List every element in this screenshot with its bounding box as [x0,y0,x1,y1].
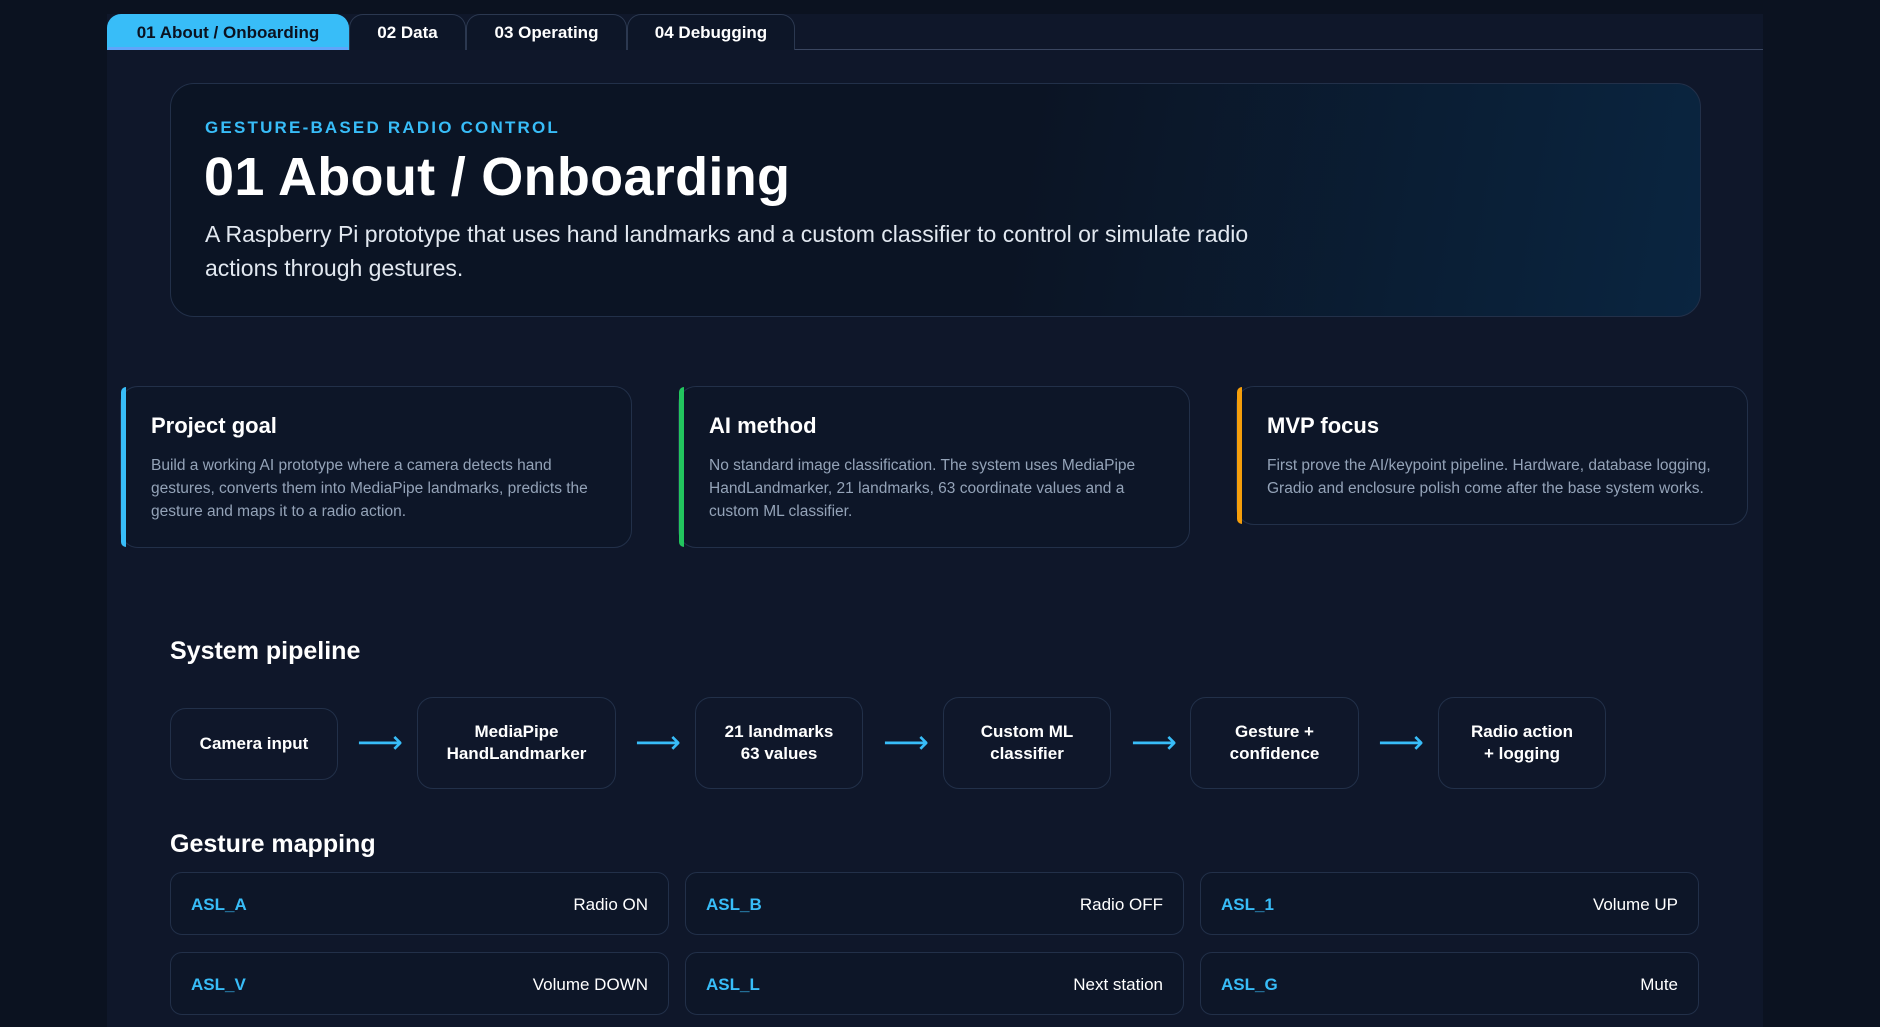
section-title-gesture-mapping: Gesture mapping [170,830,376,858]
gesture-action: Next station [1073,975,1163,994]
pipeline-step-mediapipe: MediaPipe HandLandmarker [417,697,616,789]
card-accent [1237,387,1242,524]
gesture-mapping-item: ASL_1 Volume UP [1200,872,1699,935]
arrow-right-icon: ⟶ [635,724,681,760]
arrow-right-icon: ⟶ [357,724,403,760]
tab-about-onboarding[interactable]: 01 About / Onboarding [107,14,349,50]
card-body: No standard image classification. The sy… [709,457,1136,520]
tab-bar: 01 About / Onboarding 02 Data 03 Operati… [107,14,1763,50]
card-project-goal: Project goal Build a working AI prototyp… [120,386,632,548]
gesture-mapping-item: ASL_L Next station [685,952,1184,1015]
gesture-action: Radio OFF [1079,895,1163,914]
gesture-mapping-item: ASL_B Radio OFF [685,872,1184,935]
pipeline-step-sublabel: HandLandmarker [446,744,587,763]
hero-description: A Raspberry Pi prototype that uses hand … [205,221,1249,281]
card-title: AI method [709,413,817,438]
card-body: Build a working AI prototype where a cam… [151,457,588,520]
pipeline-step-label: Camera input [199,734,309,753]
pipeline-step-classifier: Custom ML classifier [943,697,1111,789]
card-body: First prove the AI/keypoint pipeline. Ha… [1267,457,1711,497]
tab-data[interactable]: 02 Data [349,14,466,50]
gesture-action: Volume DOWN [532,975,648,994]
gesture-mapping-item: ASL_A Radio ON [170,872,669,935]
gesture-mapping-item: ASL_V Volume DOWN [170,952,669,1015]
arrow-right-icon: ⟶ [1131,724,1177,760]
card-ai-method: AI method No standard image classificati… [678,386,1190,548]
gesture-mapping-item: ASL_G Mute [1200,952,1699,1015]
pipeline-step-label: Custom ML [980,722,1074,741]
gesture-code: ASL_B [706,895,762,914]
card-accent [121,387,126,547]
gesture-action: Mute [1640,975,1678,994]
section-title-pipeline: System pipeline [170,637,361,665]
pipeline-step-radio-action: Radio action + logging [1438,697,1606,789]
arrow-right-icon: ⟶ [883,724,929,760]
gesture-code: ASL_1 [1221,895,1274,914]
pipeline-step-label: MediaPipe [474,722,559,741]
app-panel: 01 About / Onboarding 02 Data 03 Operati… [107,14,1763,1027]
pipeline-step-landmarks: 21 landmarks 63 values [695,697,863,789]
pipeline-step-gesture-confidence: Gesture + confidence [1190,697,1359,789]
card-accent [679,387,684,547]
pipeline-step-label: Gesture + [1235,722,1314,741]
gesture-code: ASL_A [191,895,247,914]
gesture-action: Volume UP [1592,895,1678,914]
gesture-code: ASL_L [706,975,760,994]
tab-operating[interactable]: 03 Operating [466,14,627,50]
pipeline-step-sublabel: 63 values [740,744,818,763]
pipeline-step-sublabel: + logging [1483,744,1560,763]
pipeline-step-sublabel: classifier [990,744,1064,763]
hero-eyebrow: GESTURE-BASED RADIO CONTROL [205,118,561,137]
gesture-action: Radio ON [573,895,648,914]
tab-debugging[interactable]: 04 Debugging [627,14,795,50]
page-title: 01 About / Onboarding [204,147,791,207]
arrow-right-icon: ⟶ [1378,724,1424,760]
card-title: MVP focus [1267,413,1380,438]
pipeline-step-label: Radio action [1470,722,1573,741]
card-title: Project goal [151,413,277,438]
hero-banner: GESTURE-BASED RADIO CONTROL 01 About / O… [170,83,1701,317]
pipeline-step-label: 21 landmarks [724,722,834,741]
pipeline-step-camera-input: Camera input [170,708,338,780]
gesture-code: ASL_V [191,975,246,994]
pipeline-step-sublabel: confidence [1229,744,1320,763]
card-mvp-focus: MVP focus First prove the AI/keypoint pi… [1236,386,1748,525]
gesture-code: ASL_G [1221,975,1278,994]
